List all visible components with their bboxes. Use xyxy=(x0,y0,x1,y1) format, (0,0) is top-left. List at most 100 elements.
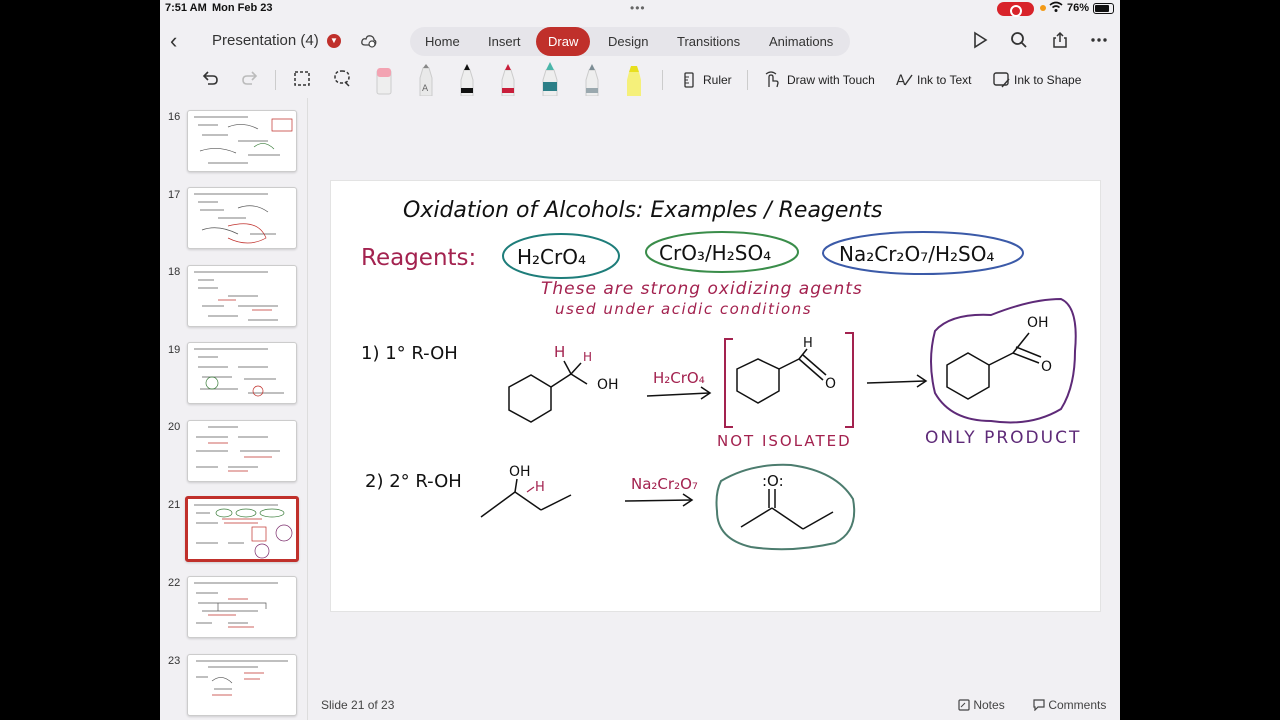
tab-draw[interactable]: Draw xyxy=(536,27,591,56)
pen-galaxy-icon[interactable] xyxy=(539,62,561,97)
notes-button[interactable]: Notes xyxy=(958,698,1005,712)
thumb-number: 21 xyxy=(168,499,181,511)
note-line-2: used under acidic conditions xyxy=(555,300,812,318)
pen-black-icon[interactable] xyxy=(457,64,477,97)
case-2-h: H xyxy=(535,480,545,495)
slide-canvas[interactable]: Oxidation of Alcohols: Examples / Reagen… xyxy=(330,180,1101,612)
comments-label: Comments xyxy=(1048,698,1107,712)
ink-to-text-button[interactable]: A Ink to Text xyxy=(896,68,976,92)
ketone-o: :O: xyxy=(762,472,784,490)
tab-animations[interactable]: Animations xyxy=(769,27,833,56)
arrow-3 xyxy=(624,493,694,507)
battery-icon xyxy=(1093,3,1114,14)
slide-thumbnail-pane: 16 17 18 19 20 21 22 23 xyxy=(160,98,308,720)
lasso-select-icon[interactable] xyxy=(292,68,312,92)
thumb-number: 20 xyxy=(168,421,181,433)
draw-with-touch-label: Draw with Touch xyxy=(787,73,875,87)
case-2-label: 2) 2° R-OH xyxy=(365,471,462,492)
play-icon[interactable] xyxy=(970,31,990,51)
tab-transitions[interactable]: Transitions xyxy=(677,27,740,56)
thumb-number: 23 xyxy=(168,655,181,667)
ribbon-tabs: Home Insert Draw Design Transitions Anim… xyxy=(410,27,850,56)
case-2-h-bond xyxy=(526,486,535,493)
thumb-number: 22 xyxy=(168,577,181,589)
not-isolated-label: NOT ISOLATED xyxy=(717,432,852,450)
only-product-label: ONLY PRODUCT xyxy=(925,428,1081,448)
tab-insert[interactable]: Insert xyxy=(488,27,521,56)
pencil-gray-icon[interactable] xyxy=(582,64,602,97)
acid-o: O xyxy=(1041,359,1052,375)
slide-count: Slide 21 of 23 xyxy=(321,698,395,712)
ink-to-shape-button[interactable]: Ink to Shape xyxy=(993,68,1088,92)
highlighter-yellow-icon[interactable] xyxy=(622,64,646,96)
chevron-down-icon[interactable]: ▼ xyxy=(327,34,341,48)
app-screen: 7:51 AM Mon Feb 23 ••• 76% ‹ Presentatio… xyxy=(160,0,1120,720)
thumb-slide-18[interactable] xyxy=(187,265,297,327)
comments-button[interactable]: Comments xyxy=(1033,698,1106,712)
reagent-1: H₂CrO₄ xyxy=(517,245,586,269)
screen-recording-icon[interactable] xyxy=(997,2,1034,17)
share-icon[interactable] xyxy=(1050,31,1070,51)
acid-oh: OH xyxy=(1027,315,1049,331)
case-1-reagent: H₂CrO₄ xyxy=(653,369,705,387)
thumb-slide-17[interactable] xyxy=(187,187,297,249)
case-2-reagent: Na₂Cr₂O₇ xyxy=(631,475,698,493)
note-line-1: These are strong oxidizing agents xyxy=(541,279,863,299)
case-1-h: H xyxy=(554,343,565,361)
svg-text:A: A xyxy=(896,73,906,89)
notes-label: Notes xyxy=(973,698,1005,712)
tab-design[interactable]: Design xyxy=(608,27,648,56)
ruler-label: Ruler xyxy=(703,73,732,87)
carboxylic-acid-structure xyxy=(946,332,1042,400)
thumb-slide-22[interactable] xyxy=(187,576,297,638)
redo-icon[interactable] xyxy=(240,68,260,92)
battery-percent: 76% xyxy=(1067,2,1090,14)
document-title[interactable]: Presentation (4) xyxy=(212,32,319,49)
aldehyde-structure xyxy=(736,348,827,404)
status-time: 7:51 AM xyxy=(165,2,207,14)
thumb-number: 18 xyxy=(168,266,181,278)
cloud-sync-icon[interactable] xyxy=(360,32,378,50)
thumb-slide-16[interactable] xyxy=(187,110,297,172)
thumb-slide-21[interactable] xyxy=(185,496,299,562)
arrow-1 xyxy=(646,386,712,400)
lasso-freeform-icon[interactable] xyxy=(332,68,352,92)
search-icon[interactable] xyxy=(1009,31,1029,51)
aldehyde-o: O xyxy=(825,376,836,392)
ink-to-shape-label: Ink to Shape xyxy=(1014,73,1082,87)
product-2-circle xyxy=(715,463,856,551)
primary-alcohol-structure xyxy=(508,360,588,423)
mic-indicator-icon xyxy=(1040,5,1046,11)
draw-ribbon: A Ruler Draw with Touch A Ink to Text In… xyxy=(160,62,1120,98)
more-icon[interactable] xyxy=(1089,31,1109,51)
case-1-label: 1) 1° R-OH xyxy=(361,343,458,364)
slide-title: Oxidation of Alcohols: Examples / Reagen… xyxy=(403,198,882,223)
pen-red-icon[interactable] xyxy=(498,64,518,97)
status-bar: 7:51 AM Mon Feb 23 ••• 76% xyxy=(160,0,1120,18)
product-1-circle xyxy=(930,297,1077,424)
thumb-number: 16 xyxy=(168,111,181,123)
draw-with-touch-button[interactable]: Draw with Touch xyxy=(764,68,884,92)
thumb-slide-20[interactable] xyxy=(187,420,297,482)
reagent-2: CrO₃/H₂SO₄ xyxy=(659,241,771,265)
secondary-alcohol-structure xyxy=(480,478,572,518)
thumb-slide-19[interactable] xyxy=(187,342,297,404)
tab-home[interactable]: Home xyxy=(425,27,460,56)
eraser-icon[interactable] xyxy=(373,64,395,96)
multitasking-dots-icon[interactable]: ••• xyxy=(630,1,646,15)
aldehyde-h: H xyxy=(803,336,813,351)
svg-text:A: A xyxy=(422,84,429,94)
thumb-number: 19 xyxy=(168,344,181,356)
arrow-2 xyxy=(866,374,928,388)
reagent-3: Na₂Cr₂O₇/H₂SO₄ xyxy=(839,242,994,266)
case-1-h2: H xyxy=(583,350,592,364)
thumb-slide-23[interactable] xyxy=(187,654,297,716)
back-button[interactable]: ‹ xyxy=(170,30,190,52)
case-1-oh: OH xyxy=(597,377,619,393)
pen-gray-icon[interactable]: A xyxy=(416,64,436,97)
thumb-number: 17 xyxy=(168,189,181,201)
ink-to-text-label: Ink to Text xyxy=(917,73,972,87)
case-2-oh: OH xyxy=(509,464,531,480)
ruler-button[interactable]: Ruler xyxy=(682,68,752,92)
undo-icon[interactable] xyxy=(200,68,220,92)
